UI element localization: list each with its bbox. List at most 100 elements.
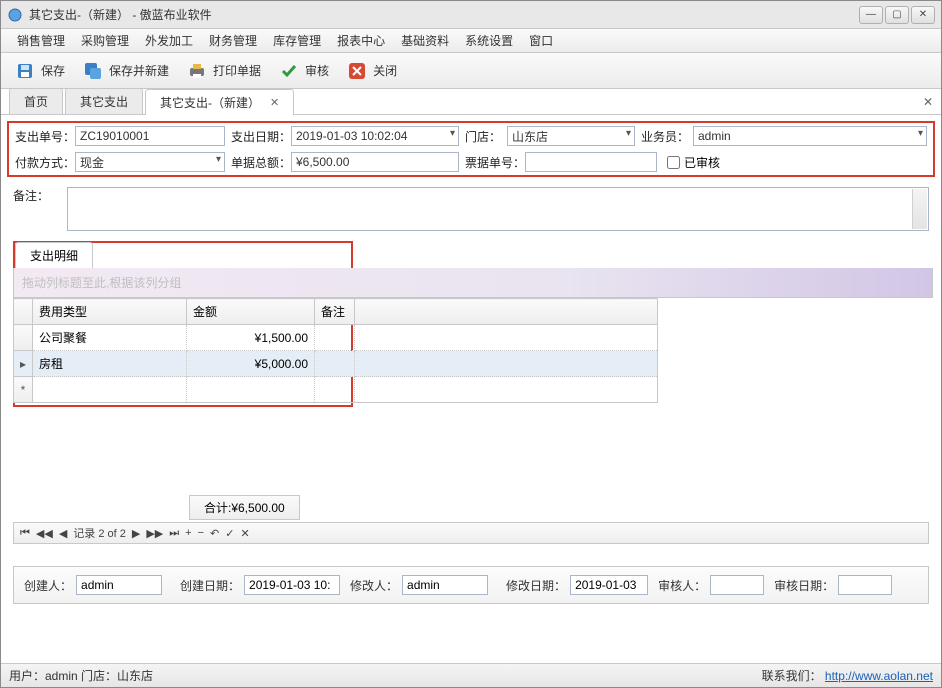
audited-label: 已审核	[684, 154, 720, 171]
creator-value: admin	[76, 575, 162, 595]
label-creator: 创建人：	[24, 577, 72, 594]
maximize-button[interactable]: ▢	[885, 6, 909, 24]
label-receipt-no: 票据单号：	[465, 154, 525, 171]
audit-label: 审核	[305, 62, 329, 79]
check-icon	[279, 61, 299, 81]
nav-next-page[interactable]: ▶▶	[146, 527, 163, 540]
remarks-input[interactable]	[67, 187, 929, 231]
audited-checkbox-input[interactable]	[667, 156, 680, 169]
nav-record-label: 记录 2 of 2	[73, 525, 126, 541]
label-created: 创建日期：	[180, 577, 240, 594]
total-value: 合计:¥6,500.00	[189, 495, 300, 520]
menu-system[interactable]: 系统设置	[459, 30, 519, 51]
table-new-row[interactable]: *	[14, 377, 658, 403]
col-remark[interactable]: 备注	[315, 299, 355, 325]
label-pay-method: 付款方式：	[15, 154, 75, 171]
label-remarks: 备注：	[13, 187, 67, 204]
status-left: 用户：admin 门店：山东店	[9, 667, 153, 684]
save-label: 保存	[41, 62, 65, 79]
label-total: 单据总额：	[231, 154, 291, 171]
close-window-button[interactable]: ✕	[911, 6, 935, 24]
minimize-button[interactable]: —	[859, 6, 883, 24]
col-type[interactable]: 费用类型	[33, 299, 187, 325]
footer-info: 创建人： admin 创建日期： 2019-01-03 10: 修改人： adm…	[13, 566, 929, 604]
tab-close-icon[interactable]: ✕	[270, 96, 279, 109]
save-new-label: 保存并新建	[109, 62, 169, 79]
titlebar: 其它支出-（新建） - 傲蓝布业软件 — ▢ ✕	[1, 1, 941, 29]
tabs-overflow-close[interactable]: ✕	[923, 95, 933, 109]
window-title: 其它支出-（新建） - 傲蓝布业软件	[29, 6, 212, 23]
menu-inventory[interactable]: 库存管理	[267, 30, 327, 51]
table-row[interactable]: 公司聚餐 ¥1,500.00	[14, 325, 658, 351]
close-icon	[347, 61, 367, 81]
label-audited-date: 审核日期：	[774, 577, 834, 594]
toolbar: 保存 保存并新建 打印单据 审核 关闭	[1, 53, 941, 89]
menubar: 销售管理 采购管理 外发加工 财务管理 库存管理 报表中心 基础资料 系统设置 …	[1, 29, 941, 53]
tab-other-expense[interactable]: 其它支出	[65, 88, 143, 114]
record-navigator: ⏮ ◀◀ ◀ 记录 2 of 2 ▶ ▶▶ ⏭ + − ↶ ✓ ✕	[13, 522, 929, 544]
statusbar: 用户：admin 门店：山东店 联系我们： http://www.aolan.n…	[1, 663, 941, 687]
menu-report[interactable]: 报表中心	[331, 30, 391, 51]
nav-last[interactable]: ⏭	[169, 527, 179, 540]
label-bill-no: 支出单号：	[15, 128, 75, 145]
salesman-input[interactable]	[693, 126, 927, 146]
modifier-value: admin	[402, 575, 488, 595]
nav-cancel[interactable]: ✕	[240, 527, 249, 540]
app-icon	[7, 7, 23, 23]
total-input[interactable]	[291, 152, 459, 172]
col-amount[interactable]: 金额	[187, 299, 315, 325]
close-button[interactable]: 关闭	[347, 61, 397, 81]
menu-window[interactable]: 窗口	[523, 30, 559, 51]
table-row[interactable]: ▸ 房租 ¥5,000.00	[14, 351, 658, 377]
close-label: 关闭	[373, 62, 397, 79]
tab-other-expense-new[interactable]: 其它支出-（新建） ✕	[145, 89, 294, 115]
group-hint: 拖动列标题至此,根据该列分组	[13, 268, 933, 298]
save-new-icon	[83, 61, 103, 81]
save-button[interactable]: 保存	[15, 61, 65, 81]
label-modified: 修改日期：	[506, 577, 566, 594]
status-link[interactable]: http://www.aolan.net	[825, 669, 933, 683]
document-tabs: 首页 其它支出 其它支出-（新建） ✕ ✕	[1, 89, 941, 115]
modified-value: 2019-01-03	[570, 575, 648, 595]
store-input[interactable]	[507, 126, 635, 146]
menu-finance[interactable]: 财务管理	[203, 30, 263, 51]
menu-purchase[interactable]: 采购管理	[75, 30, 135, 51]
audited-checkbox[interactable]: 已审核	[667, 154, 720, 171]
nav-add[interactable]: +	[185, 527, 191, 539]
save-new-button[interactable]: 保存并新建	[83, 61, 169, 81]
print-button[interactable]: 打印单据	[187, 61, 261, 81]
menu-sales[interactable]: 销售管理	[11, 30, 71, 51]
label-bill-date: 支出日期：	[231, 128, 291, 145]
detail-grid[interactable]: 费用类型 金额 备注 公司聚餐 ¥1,500.00	[13, 298, 658, 403]
nav-prev[interactable]: ◀	[59, 527, 67, 540]
status-contact-label: 联系我们：	[762, 669, 822, 683]
print-icon	[187, 61, 207, 81]
pay-method-input[interactable]	[75, 152, 225, 172]
label-auditor: 审核人：	[658, 577, 706, 594]
nav-first[interactable]: ⏮	[20, 527, 30, 540]
menu-outsource[interactable]: 外发加工	[139, 30, 199, 51]
label-modifier: 修改人：	[350, 577, 398, 594]
nav-next[interactable]: ▶	[132, 527, 140, 540]
receipt-no-input[interactable]	[525, 152, 657, 172]
tab-home[interactable]: 首页	[9, 88, 63, 114]
window-controls: — ▢ ✕	[859, 6, 935, 24]
label-salesman: 业务员：	[641, 128, 693, 145]
created-value: 2019-01-03 10:	[244, 575, 340, 595]
bill-no-input[interactable]	[75, 126, 225, 146]
remarks-row: 备注：	[7, 177, 935, 237]
bill-date-input[interactable]	[291, 126, 459, 146]
nav-undo[interactable]: ↶	[210, 527, 219, 540]
audit-button[interactable]: 审核	[279, 61, 329, 81]
nav-remove[interactable]: −	[198, 527, 204, 539]
auditor-value	[710, 575, 764, 595]
audited-date-value	[838, 575, 892, 595]
menu-basic[interactable]: 基础资料	[395, 30, 455, 51]
header-form: 支出单号： 支出日期： 门店： 业务员： 付款方式： 单据总额： 票据单号： 已…	[7, 121, 935, 177]
print-label: 打印单据	[213, 62, 261, 79]
save-icon	[15, 61, 35, 81]
nav-confirm[interactable]: ✓	[225, 527, 234, 540]
label-store: 门店：	[465, 128, 507, 145]
nav-prev-page[interactable]: ◀◀	[36, 527, 53, 540]
detail-tab-expense[interactable]: 支出明细	[15, 242, 93, 268]
